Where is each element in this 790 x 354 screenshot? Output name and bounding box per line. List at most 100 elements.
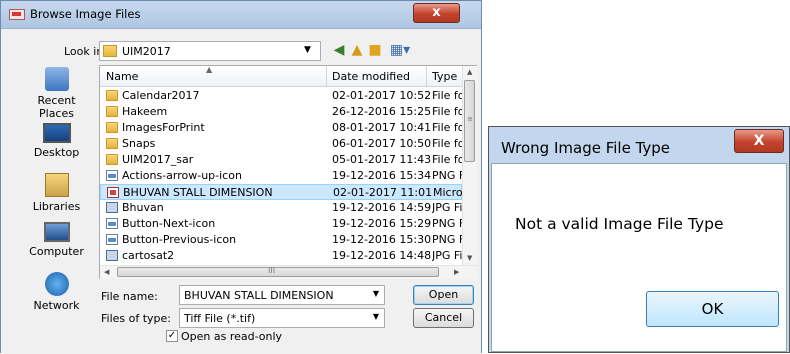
file-row[interactable]: Button-Previous-icon 19-12-2016 15:30 PNG … (100, 232, 462, 248)
sort-asc-icon: ▲ (206, 65, 213, 74)
file-date: 19-12-2016 15:29 (332, 217, 432, 230)
back-icon[interactable]: ◀ (331, 42, 347, 58)
file-date: 19-12-2016 15:30 (332, 233, 432, 246)
file-date: 05-01-2017 11:43 (332, 153, 432, 166)
file-name-input[interactable]: BHUVAN STALL DIMENSION ▼ (179, 285, 385, 305)
file-type: File fol (432, 121, 462, 134)
column-header: Name ▲ Date modified Type (100, 65, 462, 87)
file-row[interactable]: BHUVAN STALL DIMENSION 02-01-2017 11:01 Mi… (100, 184, 463, 200)
file-type-value: Tiff File (*.tif) (184, 312, 256, 325)
file-row[interactable]: UIM2017_sar 05-01-2017 11:43File fol (100, 152, 462, 168)
cancel-button[interactable]: Cancel (413, 308, 474, 328)
file-date: 06-01-2017 10:50 (332, 137, 432, 150)
column-date-modified[interactable]: Date modified (332, 70, 410, 83)
file-date: 08-01-2017 10:41 (332, 121, 432, 134)
file-name: Calendar2017 (122, 89, 200, 102)
chevron-down-icon[interactable]: ▼ (373, 289, 379, 298)
file-type: File fol (432, 89, 462, 102)
jpg-file-icon (106, 250, 118, 261)
computer-icon (43, 222, 70, 242)
place-recent-places[interactable]: Recent Places (19, 67, 94, 120)
file-name: Snaps (122, 137, 156, 150)
file-name: cartosat2 (122, 249, 175, 262)
column-name[interactable]: Name (106, 70, 138, 83)
desktop-icon (42, 123, 71, 143)
file-name: UIM2017_sar (122, 153, 194, 166)
file-row[interactable]: Button-Next-icon 19-12-2016 15:29PNG Fi (100, 216, 462, 232)
close-button[interactable]: x (413, 3, 460, 23)
error-dialog: Wrong Image File Type X Not a valid Imag… (488, 126, 790, 353)
scroll-grip: III (268, 266, 276, 275)
place-label: Computer (29, 245, 84, 258)
place-desktop[interactable]: Desktop (19, 123, 94, 159)
view-menu-icon[interactable]: ▦▾ (387, 42, 413, 58)
file-row[interactable]: ImagesForPrint 08-01-2017 10:41File fol (100, 120, 462, 136)
read-only-label: Open as read-only (181, 330, 283, 343)
file-row[interactable]: Bhuvan 19-12-2016 14:59JPG Fil (100, 200, 462, 216)
file-row[interactable]: cartosat2 19-12-2016 14:48JPG Fil (100, 248, 462, 264)
file-name: Button-Next-icon (122, 217, 216, 230)
file-list: Name ▲ Date modified Type Calendar2017 02… (99, 65, 477, 279)
file-date: 02-01-2017 10:52 (332, 89, 432, 102)
file-name: ImagesForPrint (122, 121, 205, 134)
recent-places-icon (44, 67, 69, 91)
file-type: JPG Fil (432, 201, 462, 214)
file-name: Bhuvan (122, 201, 164, 214)
open-file-dialog: Browse Image Files x Look in: UIM2017 ▼ … (0, 0, 482, 354)
png-file-icon (106, 170, 118, 181)
network-icon (44, 272, 69, 296)
file-date: 19-12-2016 15:34 (332, 169, 432, 182)
file-type-label: Files of type: (101, 312, 172, 325)
chevron-down-icon: ▼ (304, 45, 311, 55)
file-row[interactable]: Snaps 06-01-2017 10:50File fol (100, 136, 462, 152)
read-only-checkbox[interactable]: ✓ (166, 330, 178, 342)
column-type[interactable]: Type (432, 70, 457, 83)
jpg-file-icon (106, 202, 118, 213)
scroll-left-icon[interactable]: ◀ (104, 268, 109, 276)
libraries-icon (44, 173, 69, 197)
file-date: 19-12-2016 14:48 (332, 249, 432, 262)
chevron-down-icon[interactable]: ▼ (373, 312, 379, 321)
file-date: 26-12-2016 15:25 (332, 105, 432, 118)
png-file-icon (106, 218, 118, 229)
vertical-scroll-thumb[interactable]: ≡ (464, 80, 475, 162)
png-file-icon (106, 234, 118, 245)
horizontal-scroll-thumb[interactable]: III (117, 266, 439, 277)
file-date: 19-12-2016 14:59 (332, 201, 432, 214)
place-computer[interactable]: Computer (19, 222, 94, 258)
file-date: 02-01-2017 11:01 (333, 186, 433, 199)
file-name-label: File name: (101, 290, 158, 303)
file-name: Actions-arrow-up-icon (122, 169, 242, 182)
place-libraries[interactable]: Libraries (19, 173, 94, 213)
places-bar: Recent Places Desktop Libraries Computer… (19, 67, 94, 327)
file-type: File fol (432, 153, 462, 166)
scroll-right-icon[interactable]: ▶ (454, 268, 459, 276)
new-folder-icon[interactable]: ■ (367, 42, 383, 58)
folder-icon (103, 45, 117, 57)
file-type: JPG Fil (432, 249, 462, 262)
file-type: File fol (432, 105, 462, 118)
file-row[interactable]: Actions-arrow-up-icon 19-12-2016 15:34 PNG… (100, 168, 462, 184)
file-row[interactable]: Calendar2017 02-01-2017 10:52File fol (100, 88, 462, 104)
error-close-button[interactable]: X (734, 129, 784, 153)
file-name: Hakeem (122, 105, 168, 118)
dialog-title-bar[interactable]: Browse Image Files x (1, 1, 481, 29)
scroll-down-icon[interactable]: ▼ (467, 254, 472, 262)
scroll-up-icon[interactable]: ▲ (467, 68, 472, 76)
file-row[interactable]: Hakeem 26-12-2016 15:25File fol (100, 104, 462, 120)
place-network[interactable]: Network (19, 272, 94, 312)
file-name: BHUVAN STALL DIMENSION (123, 186, 273, 199)
up-folder-icon[interactable]: ▲ (349, 42, 365, 58)
folder-icon (106, 138, 118, 149)
ok-button[interactable]: OK (646, 291, 779, 327)
error-message: Not a valid Image File Type (515, 215, 724, 233)
file-type-select[interactable]: Tiff File (*.tif) ▼ (179, 308, 385, 328)
open-button[interactable]: Open (413, 285, 474, 305)
dialog-title: Browse Image Files (30, 7, 141, 21)
look-in-dropdown[interactable]: UIM2017 ▼ (99, 41, 321, 61)
file-type: PNG Fi (432, 169, 462, 182)
folder-icon (106, 154, 118, 165)
file-name-value: BHUVAN STALL DIMENSION (184, 289, 334, 302)
document-icon (107, 187, 119, 198)
error-dialog-title: Wrong Image File Type (501, 139, 671, 157)
